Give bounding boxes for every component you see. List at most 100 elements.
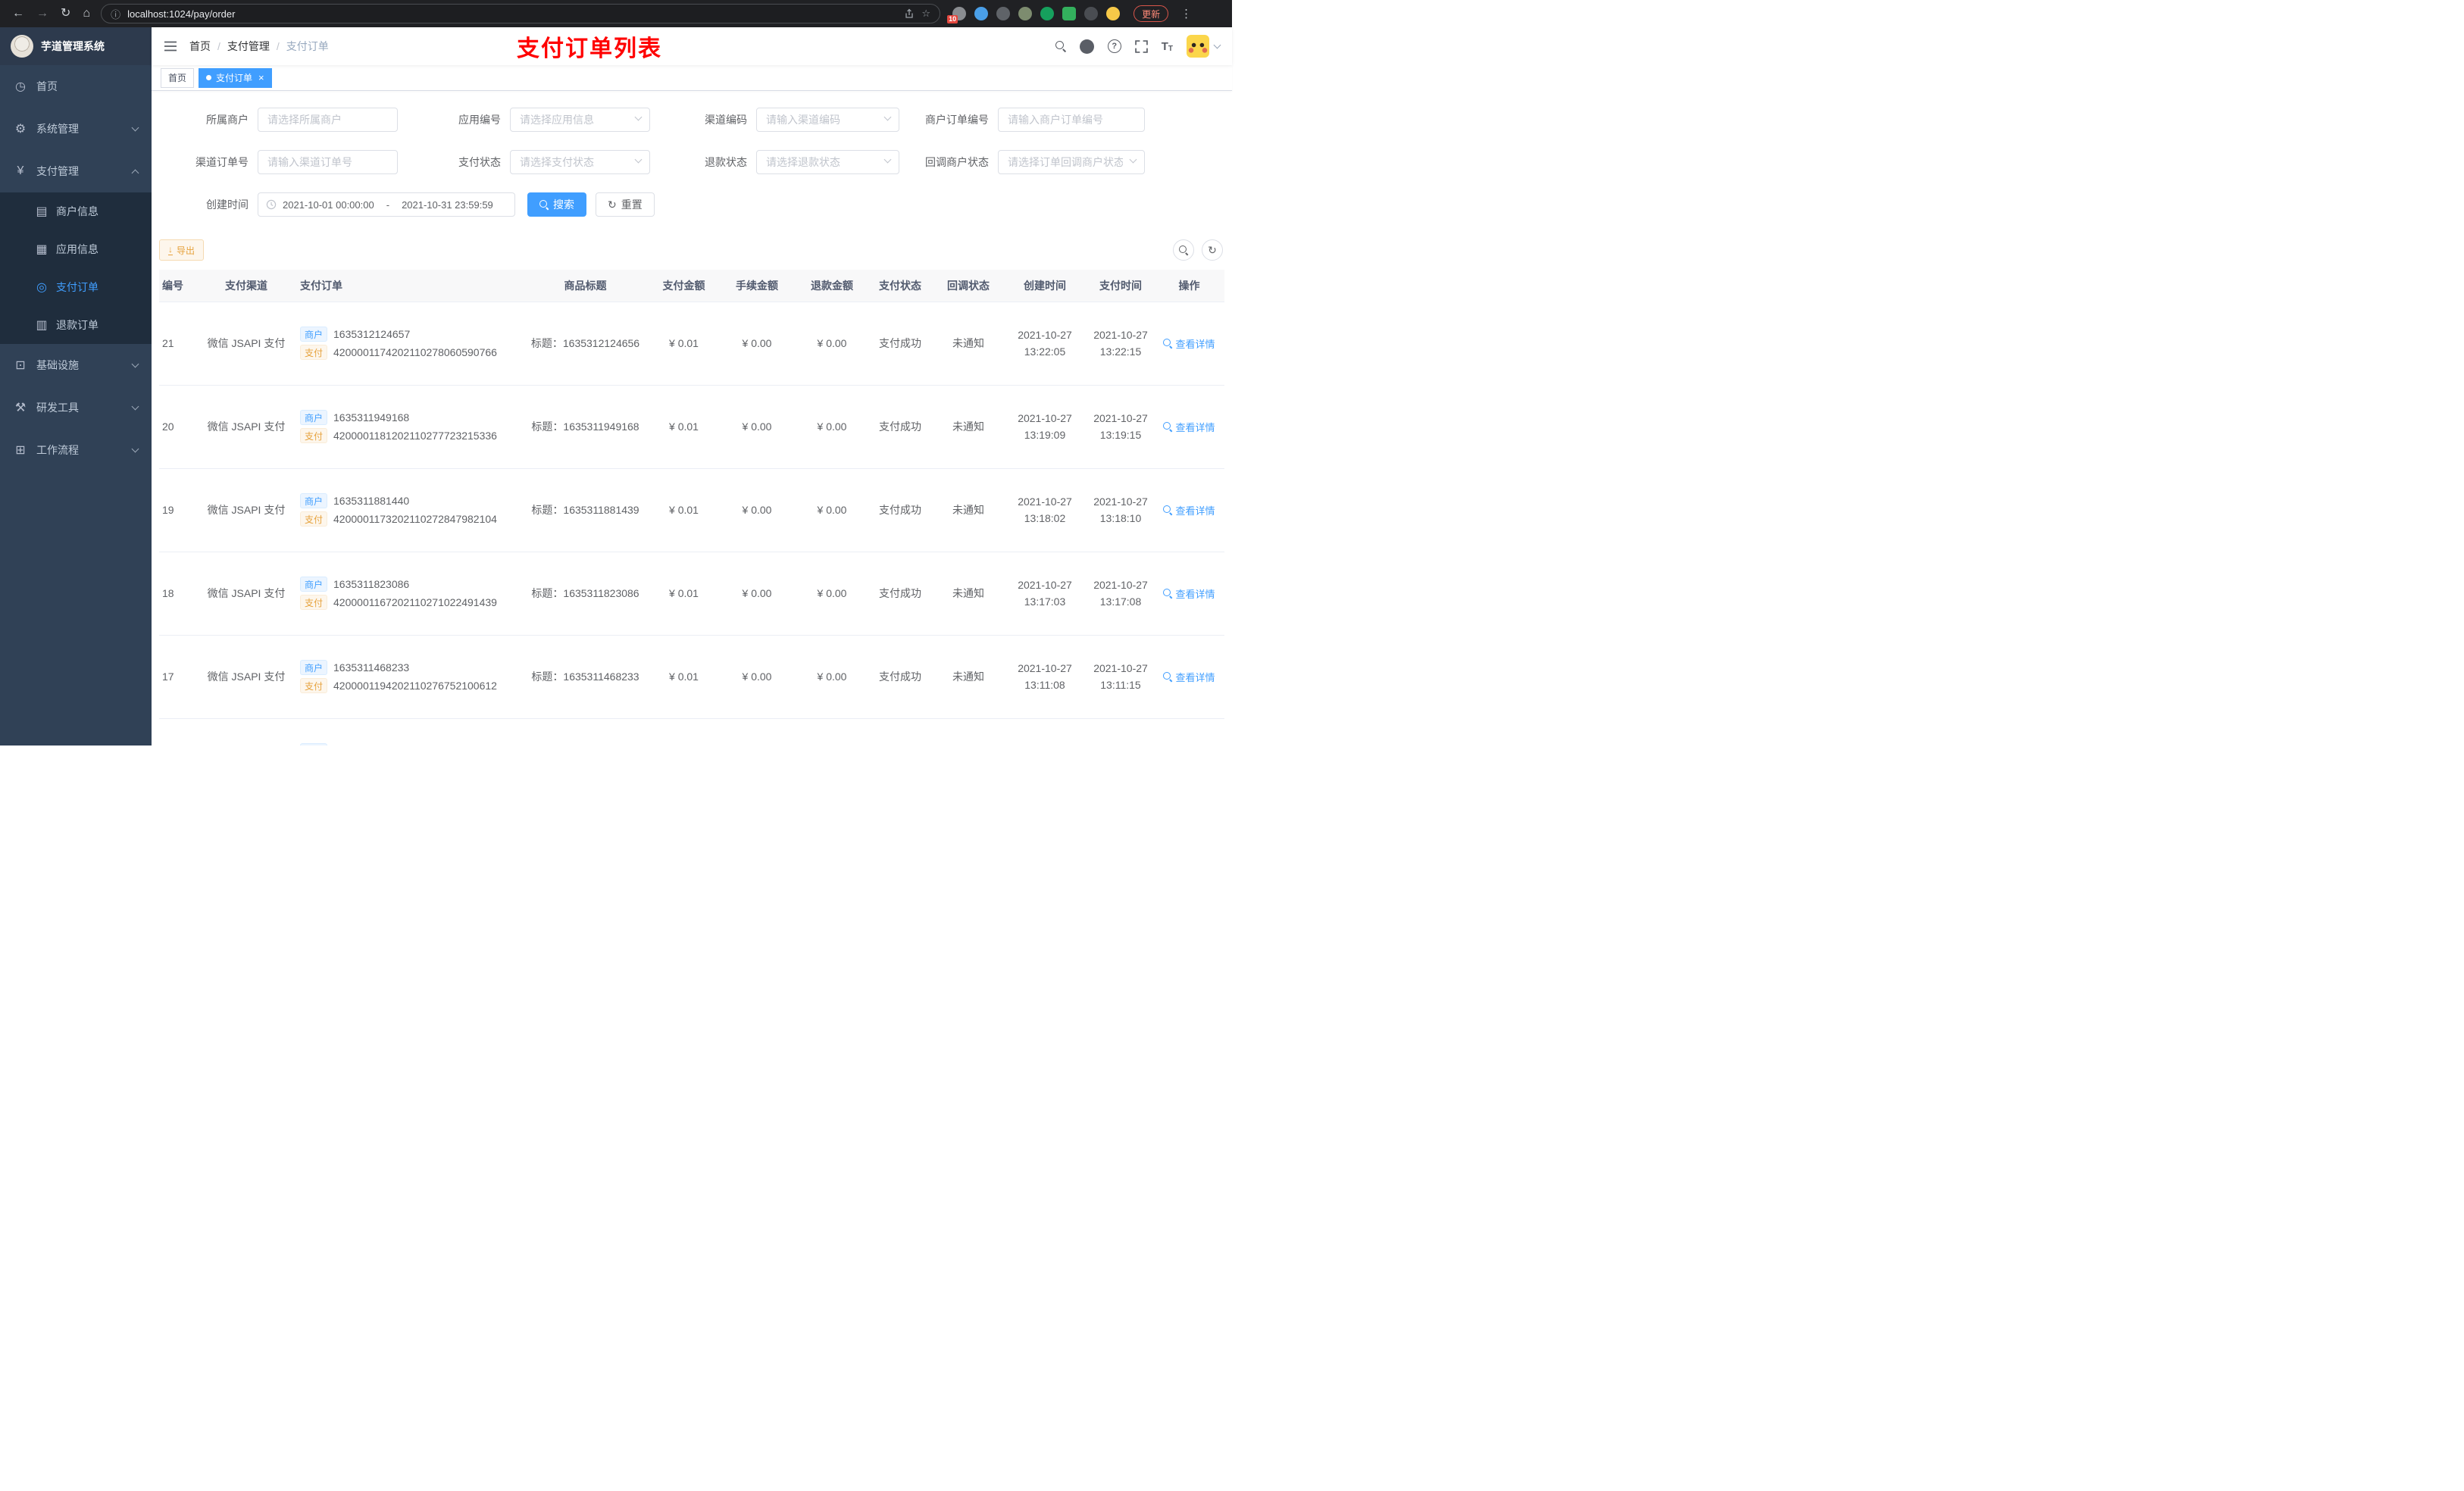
channel-order-no-input[interactable] [258, 150, 398, 174]
refresh-icon: ↻ [1208, 244, 1217, 256]
user-menu[interactable] [1187, 35, 1221, 58]
sidebar-logo[interactable]: 芋道管理系统 [0, 27, 152, 65]
yen-icon: ¥ [17, 164, 24, 177]
app-title: 芋道管理系统 [41, 40, 105, 52]
sidebar-item-merchant-info[interactable]: ▤ 商户信息 [0, 192, 152, 230]
reset-button[interactable]: ↻ 重置 [596, 192, 655, 217]
navbar: 首页 / 支付管理 / 支付订单 支付订单列表 ? TT [152, 27, 1232, 65]
view-detail-link[interactable]: 查看详情 [1163, 420, 1215, 434]
tab-pay-order[interactable]: 支付订单 × [199, 67, 272, 88]
refund-doc-icon: ▥ [36, 319, 48, 332]
view-detail-link[interactable]: 查看详情 [1163, 670, 1215, 684]
avatar[interactable] [1187, 35, 1209, 58]
search-icon [1163, 422, 1172, 431]
bookmark-star-icon[interactable]: ☆ [921, 8, 930, 20]
toggle-search-button[interactable] [1173, 239, 1194, 261]
merchant-tag: 商户 [300, 577, 328, 592]
close-icon[interactable]: × [258, 73, 264, 83]
app-id-select[interactable] [510, 108, 650, 132]
search-icon[interactable] [1055, 41, 1066, 52]
notify-status-select[interactable] [998, 150, 1145, 174]
sidebar-item-system[interactable]: ⚙ 系统管理 [0, 108, 152, 150]
page-title-annotation: 支付订单列表 [517, 36, 662, 61]
table-header-row: 编号 支付渠道 支付订单 商品标题 支付金额 手续金额 退款金额 支付状态 回调… [159, 270, 1224, 302]
pay-tag: 支付 [300, 511, 328, 527]
tools-icon: ⚒ [14, 402, 27, 414]
gear-icon: ⚙ [14, 123, 27, 136]
sidebar-item-pay-order[interactable]: ◎ 支付订单 [0, 268, 152, 306]
clock-icon [266, 199, 277, 210]
share-icon[interactable] [904, 8, 915, 19]
sidebar-item-home[interactable]: ◷ 首页 [0, 65, 152, 108]
back-icon[interactable]: ← [12, 8, 24, 20]
chevron-down-icon [131, 123, 139, 132]
extension-pin-icon[interactable] [1084, 7, 1099, 20]
filter-pay-status: 支付状态 [398, 150, 650, 174]
browser-menu-icon[interactable]: ⋮ [1180, 7, 1192, 20]
pay-status-select[interactable] [510, 150, 650, 174]
fullscreen-icon[interactable] [1134, 39, 1148, 53]
refresh-table-button[interactable]: ↻ [1202, 239, 1223, 261]
channel-code-select[interactable] [756, 108, 899, 132]
sidebar-item-refund-order[interactable]: ▥ 退款订单 [0, 306, 152, 344]
filter-app-id: 应用编号 [398, 108, 650, 132]
merchant-order-no-input[interactable] [998, 108, 1145, 132]
sidebar-item-payment[interactable]: ¥ 支付管理 [0, 150, 152, 192]
view-detail-link[interactable]: 查看详情 [1163, 503, 1215, 517]
forward-icon[interactable]: → [36, 8, 48, 20]
refund-status-select[interactable] [756, 150, 899, 174]
filter-merchant-order-no: 商户订单编号 [899, 108, 1145, 132]
breadcrumb-payment[interactable]: 支付管理 [227, 39, 270, 54]
export-button[interactable]: ↓ 导出 [159, 239, 205, 261]
site-info-icon[interactable]: ⓘ [111, 7, 120, 21]
extension-green-square-icon[interactable] [1062, 7, 1077, 20]
chevron-down-icon [1213, 41, 1221, 49]
breadcrumb: 首页 / 支付管理 / 支付订单 [189, 39, 329, 54]
reload-icon[interactable]: ↻ [61, 8, 70, 20]
filter-row-2: 渠道订单号 支付状态 退款状态 回调商户状态 [159, 150, 1224, 174]
extensions-area: 10 [947, 7, 1121, 23]
extension-olive-icon[interactable] [1018, 7, 1033, 20]
sidebar-item-app-info[interactable]: ▦ 应用信息 [0, 230, 152, 268]
merchant-input[interactable] [258, 108, 398, 132]
sidebar-toggle-icon[interactable] [164, 40, 177, 52]
extension-blue-icon[interactable] [974, 7, 989, 20]
font-size-icon[interactable]: TT [1162, 40, 1173, 53]
browser-update-button[interactable]: 更新 [1134, 5, 1169, 22]
pay-tag: 支付 [300, 428, 328, 443]
tab-home[interactable]: 首页 [161, 67, 195, 88]
table-row-partial: 商户1635311157 支付 [159, 718, 1224, 746]
workflow-icon: ⊞ [15, 444, 26, 457]
github-icon[interactable] [1079, 39, 1094, 54]
filter-merchant: 所属商户 [159, 108, 398, 132]
home-icon[interactable]: ⌂ [83, 8, 90, 20]
sidebar-item-workflow[interactable]: ⊞ 工作流程 [0, 429, 152, 471]
extension-green-circle-icon[interactable] [1040, 7, 1055, 20]
table-row: 20 微信 JSAPI 支付 商户 1635311949168 支付 4200001… [159, 385, 1224, 469]
extension-gray-icon[interactable] [996, 7, 1011, 20]
payment-submenu: ▤ 商户信息 ▦ 应用信息 ◎ 支付订单 ▥ 退款订单 [0, 192, 152, 344]
view-detail-link[interactable]: 查看详情 [1163, 586, 1215, 601]
date-range-input[interactable]: 2021-10-01 00:00:00 - 2021-10-31 23:59:5… [258, 192, 515, 217]
infra-icon: ⊡ [15, 359, 26, 372]
table-row: 19 微信 JSAPI 支付 商户 1635311881440 支付 4200001… [159, 468, 1224, 552]
filter-channel-order-no: 渠道订单号 [159, 150, 398, 174]
sidebar-item-infra[interactable]: ⊡ 基础设施 [0, 344, 152, 386]
table-toolbar: ↓ 导出 ↻ [159, 239, 1224, 261]
breadcrumb-current: 支付订单 [286, 40, 329, 52]
search-button[interactable]: 搜索 [527, 192, 586, 217]
view-detail-link[interactable]: 查看详情 [1163, 336, 1215, 351]
extension-puzzle-icon[interactable]: 10 [947, 7, 967, 23]
browser-toolbar: ← → ↻ ⌂ ⓘ localhost:1024/pay/order ☆ 10 … [0, 0, 1232, 27]
help-icon[interactable]: ? [1107, 39, 1121, 53]
date-start: 2021-10-01 00:00:00 [283, 198, 374, 211]
breadcrumb-home[interactable]: 首页 [189, 39, 211, 54]
search-icon [539, 200, 549, 209]
filter-row-3: 创建时间 2021-10-01 00:00:00 - 2021-10-31 23… [159, 192, 1224, 217]
extension-emoji-icon[interactable] [1106, 7, 1121, 20]
address-bar[interactable]: ⓘ localhost:1024/pay/order ☆ [101, 4, 941, 23]
merchant-tag: 商户 [300, 743, 328, 746]
tags-view: 首页 支付订单 × [152, 65, 1232, 91]
download-icon: ↓ [168, 244, 173, 255]
sidebar-item-devtools[interactable]: ⚒ 研发工具 [0, 386, 152, 429]
